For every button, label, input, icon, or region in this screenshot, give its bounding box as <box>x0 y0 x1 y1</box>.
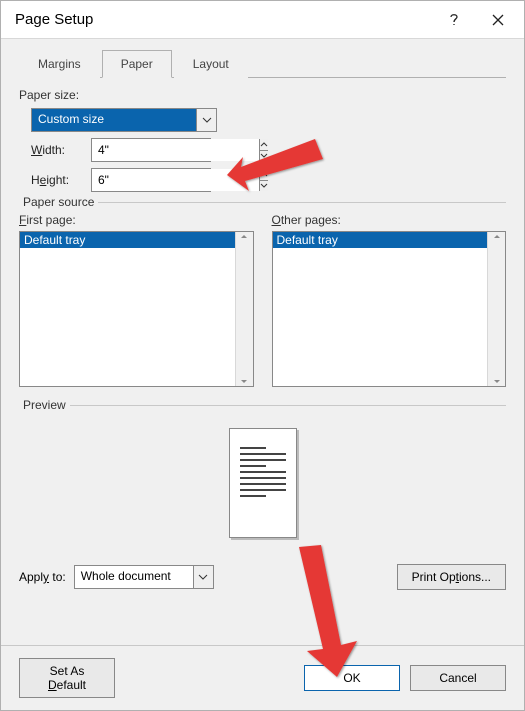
height-spinner[interactable] <box>91 168 211 192</box>
preview-group: Preview <box>19 405 506 538</box>
paper-source-group: Paper source First page: Default tray <box>19 202 506 387</box>
close-button[interactable] <box>476 5 520 35</box>
width-label: Width: <box>31 143 91 157</box>
apply-to-label: Apply to: <box>19 570 66 584</box>
width-step-down[interactable] <box>260 150 268 162</box>
width-input[interactable] <box>92 139 259 161</box>
print-options-button[interactable]: Print Options... <box>397 564 506 590</box>
first-page-scrollbar[interactable] <box>235 232 253 386</box>
paper-size-value: Custom size <box>32 109 196 131</box>
preview-label: Preview <box>19 398 70 412</box>
other-pages-scrollbar[interactable] <box>487 232 505 386</box>
other-pages-listbox[interactable]: Default tray <box>272 231 507 387</box>
tab-paper[interactable]: Paper <box>102 50 172 78</box>
other-pages-label: Other pages: <box>272 213 507 227</box>
tab-margins[interactable]: Margins <box>19 50 100 78</box>
tab-layout[interactable]: Layout <box>174 50 248 78</box>
scroll-up-icon <box>493 234 501 239</box>
paper-size-label: Paper size: <box>19 88 506 102</box>
chevron-down-icon[interactable] <box>193 566 213 588</box>
apply-to-value: Whole document <box>75 566 193 588</box>
dialog-body: Margins Paper Layout Paper size: Custom … <box>1 39 524 590</box>
tab-strip: Margins Paper Layout <box>19 50 506 78</box>
height-label: Height: <box>31 173 91 187</box>
first-page-listbox[interactable]: Default tray <box>19 231 254 387</box>
paper-source-label: Paper source <box>19 195 98 209</box>
help-button[interactable] <box>432 5 476 35</box>
page-setup-dialog: Page Setup Margins Paper Layout Paper si… <box>0 0 525 711</box>
first-page-item[interactable]: Default tray <box>20 232 235 248</box>
chevron-down-icon[interactable] <box>196 109 216 131</box>
width-spinner[interactable] <box>91 138 211 162</box>
ok-button[interactable]: OK <box>304 665 400 691</box>
preview-thumbnail <box>229 428 297 538</box>
set-as-default-button[interactable]: Set As Default <box>19 658 115 698</box>
first-page-label: First page: <box>19 213 254 227</box>
dialog-title: Page Setup <box>15 11 432 28</box>
other-pages-item[interactable]: Default tray <box>273 232 488 248</box>
apply-to-combo[interactable]: Whole document <box>74 565 214 589</box>
scroll-down-icon <box>493 379 501 384</box>
width-step-up[interactable] <box>260 139 268 150</box>
dialog-footer: Set As Default OK Cancel <box>1 645 524 710</box>
height-step-up[interactable] <box>260 169 268 180</box>
paper-size-combo[interactable]: Custom size <box>31 108 217 132</box>
scroll-down-icon <box>240 379 248 384</box>
height-step-down[interactable] <box>260 180 268 192</box>
titlebar: Page Setup <box>1 1 524 39</box>
scroll-up-icon <box>240 234 248 239</box>
cancel-button[interactable]: Cancel <box>410 665 506 691</box>
height-input[interactable] <box>92 169 259 191</box>
